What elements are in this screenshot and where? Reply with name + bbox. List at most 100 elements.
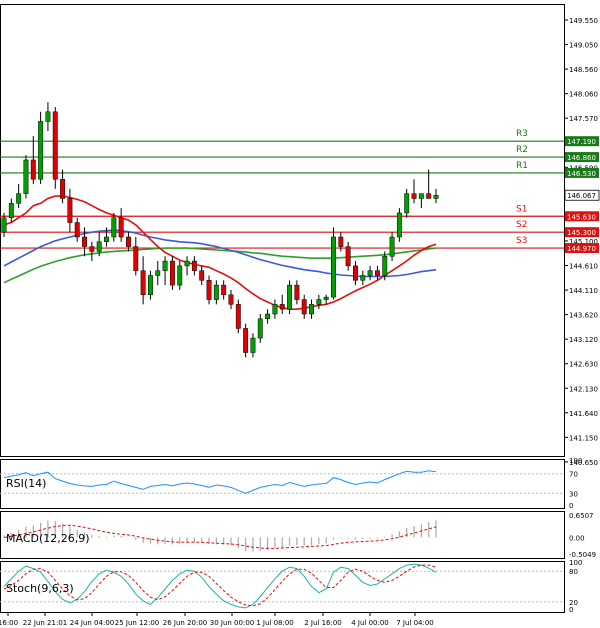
level-name-s1: S1: [516, 204, 527, 214]
price-tick-label: 142.630: [569, 361, 598, 369]
time-tick-label: 1 Jul 08:00: [256, 619, 294, 627]
time-tick-label: 7 Jul 04:00: [396, 619, 434, 627]
candle-body: [433, 194, 439, 199]
candle-body: [38, 121, 44, 180]
rsi-tick-label: 100: [569, 457, 582, 465]
candle-body: [155, 270, 161, 276]
candle-body: [8, 203, 14, 218]
candle-body: [140, 270, 146, 295]
time-tick-label: 26 Jun 20:00: [163, 619, 207, 627]
level-name-s3: S3: [516, 236, 527, 246]
candle-body: [213, 284, 219, 300]
price-tick-label: 148.060: [569, 91, 598, 99]
candle-body: [162, 260, 168, 271]
rsi-title: RSI(14): [6, 477, 46, 490]
panel-frame-3: [0, 561, 565, 613]
current-price-label: 146.067: [567, 192, 596, 200]
candle-body: [382, 255, 388, 276]
candle-body: [89, 246, 95, 252]
candle-body: [389, 236, 395, 257]
candle-body: [294, 284, 300, 300]
candle-body: [228, 294, 234, 305]
candle-body: [118, 217, 124, 238]
level-price-label: 146.530: [567, 170, 596, 178]
price-tick-label: 142.130: [569, 385, 598, 393]
candle-body: [199, 270, 205, 281]
price-tick-label: 148.560: [569, 66, 598, 74]
macd-tick-label: 0.00: [569, 534, 585, 542]
macd-tick-label: 0.6507: [569, 512, 594, 520]
candle-body: [279, 304, 285, 310]
time-tick-label: 24 Jun 04:00: [70, 619, 114, 627]
level-price-label: 145.300: [567, 229, 596, 237]
candle-body: [206, 280, 212, 300]
price-tick-label: 144.610: [569, 263, 598, 271]
candle-body: [345, 246, 351, 267]
candle-body: [426, 193, 432, 199]
candle-body: [235, 304, 241, 329]
candle-body: [221, 284, 227, 295]
level-name-r1: R1: [516, 161, 528, 171]
candle-body: [169, 260, 175, 286]
stoch-tick-label: 100: [569, 559, 582, 567]
price-tick-label: 147.570: [569, 115, 598, 123]
candle-body: [45, 111, 51, 122]
time-tick-label: 4 Jul 00:00: [351, 619, 389, 627]
candle-body: [418, 193, 424, 199]
time-tick-label: 16:00: [0, 619, 18, 627]
candle-body: [52, 111, 58, 180]
candle-body: [74, 222, 80, 238]
candle-body: [257, 318, 263, 339]
candle-body: [396, 212, 402, 238]
candle-body: [250, 337, 256, 353]
candle-body: [323, 296, 329, 300]
candle-body: [177, 265, 183, 286]
candle-body: [309, 304, 314, 315]
level-name-r2: R2: [516, 145, 528, 155]
panel-frame-1: [0, 459, 565, 509]
price-tick-label: 141.150: [569, 434, 598, 442]
candle-body: [147, 275, 153, 295]
candle-body: [82, 236, 87, 247]
candle-body: [133, 246, 139, 271]
price-tick-label: 143.120: [569, 336, 598, 344]
candle-body: [23, 159, 29, 194]
trading-chart[interactable]: 149.550149.050148.560148.060147.570147.0…: [0, 0, 600, 628]
candle-body: [111, 217, 117, 238]
price-tick-label: 143.620: [569, 312, 598, 320]
level-name-r3: R3: [516, 129, 528, 139]
candle-body: [331, 236, 336, 298]
candle-body: [367, 270, 373, 276]
candle-body: [67, 198, 73, 223]
stoch-title: Stoch(9,6,3): [6, 582, 74, 595]
candle-body: [360, 275, 366, 281]
candle-body: [316, 299, 322, 305]
candle-body: [265, 313, 271, 320]
candle-body: [96, 241, 102, 252]
price-tick-label: 141.640: [569, 410, 598, 418]
candle-body: [374, 270, 380, 276]
level-price-label: 145.630: [567, 213, 596, 221]
macd-title: MACD(12,26,9): [6, 532, 90, 545]
candle-body: [287, 284, 293, 310]
candle-body: [191, 260, 197, 271]
price-tick-label: 149.550: [569, 17, 598, 25]
rsi-tick-label: 70: [569, 471, 578, 479]
level-price-label: 147.190: [567, 138, 596, 146]
price-tick-label: 144.110: [569, 287, 598, 295]
level-name-s2: S2: [516, 220, 527, 230]
candle-body: [243, 328, 249, 353]
candle-body: [126, 236, 131, 247]
candle-body: [60, 178, 66, 199]
candle-body: [272, 304, 278, 315]
time-tick-label: 30 Jun 00:00: [210, 619, 254, 627]
candle-body: [30, 159, 36, 180]
time-tick-label: 2 Jul 16:00: [304, 619, 342, 627]
panel-frame-0: [0, 4, 565, 457]
candle-body: [411, 193, 417, 199]
candle-body: [104, 236, 109, 243]
rsi-tick-label: 30: [569, 490, 578, 498]
level-price-label: 146.860: [567, 154, 596, 162]
candle-body: [184, 260, 190, 267]
time-tick-label: 25 Jun 12:00: [115, 619, 159, 627]
